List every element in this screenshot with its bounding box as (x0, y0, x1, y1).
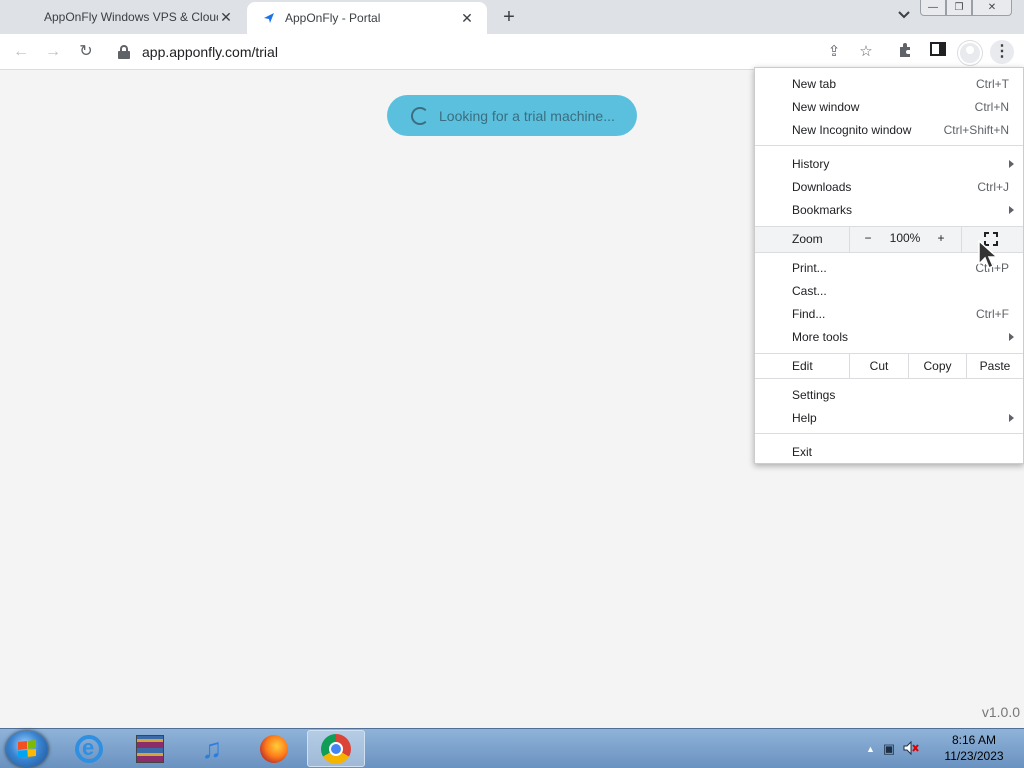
tab-search-icon[interactable] (894, 8, 914, 26)
firefox-icon (260, 734, 288, 763)
url-text[interactable]: app.apponfly.com/trial (142, 44, 278, 60)
menu-item-downloads[interactable]: Downloads Ctrl+J (755, 175, 1023, 198)
tab-apponfly-portal[interactable]: AppOnFly - Portal ✕ (247, 2, 487, 34)
browser-toolbar: ← → ↻ app.apponfly.com/trial ⇪ ☆ ⋮ (0, 34, 1024, 70)
tab-apponfly-vps[interactable]: AppOnFly Windows VPS & Cloud ✕ (30, 0, 246, 34)
address-bar[interactable]: app.apponfly.com/trial (110, 38, 886, 66)
paste-button[interactable]: Paste (966, 354, 1023, 378)
menu-item-label: New Incognito window (792, 122, 912, 137)
close-tab-icon[interactable]: ✕ (459, 10, 475, 26)
extensions-icon[interactable] (895, 42, 915, 62)
music-icon: ♫ (201, 732, 223, 764)
submenu-arrow-icon (1009, 159, 1015, 168)
system-tray: ▲ ▣ (866, 729, 919, 768)
start-button[interactable] (6, 731, 48, 767)
menu-separator (755, 433, 1023, 434)
zoom-in-button[interactable]: + (931, 231, 951, 247)
side-panel-icon[interactable] (928, 42, 948, 62)
zoom-label: Zoom (792, 232, 823, 246)
menu-item-label: More tools (792, 329, 849, 344)
taskbar: ♫ ▲ ▣ 8:16 AM 11/23/2023 (0, 728, 1024, 768)
taskbar-firefox[interactable] (245, 730, 303, 767)
system-clock[interactable]: 8:16 AM 11/23/2023 (934, 732, 1014, 764)
menu-item-label: Help (792, 410, 817, 425)
edit-label: Edit (792, 359, 813, 373)
forward-button[interactable]: → (42, 41, 64, 63)
cut-button[interactable]: Cut (849, 354, 908, 378)
menu-item-label: Print... (792, 260, 827, 275)
share-icon[interactable]: ⇪ (824, 42, 844, 62)
chrome-icon (321, 733, 351, 764)
chrome-menu-button[interactable]: ⋮ (990, 40, 1014, 64)
loading-indicator: Looking for a trial machine... (387, 95, 637, 136)
clock-time: 8:16 AM (951, 733, 997, 747)
tab-title: AppOnFly Windows VPS & Cloud (44, 10, 218, 24)
new-tab-button[interactable]: + (498, 6, 520, 28)
menu-item-new-tab[interactable]: New tab Ctrl+T (755, 72, 1023, 95)
restore-button[interactable]: ❐ (946, 0, 972, 16)
menu-item-shortcut: Ctrl+F (976, 306, 1009, 321)
taskbar-winrar[interactable] (121, 730, 179, 767)
menu-item-incognito[interactable]: New Incognito window Ctrl+Shift+N (755, 118, 1023, 141)
menu-item-help[interactable]: Help (755, 406, 1023, 429)
menu-item-settings[interactable]: Settings (755, 383, 1023, 406)
window-controls: — ❐ ✕ (920, 0, 1012, 16)
close-window-button[interactable]: ✕ (972, 0, 1012, 16)
menu-item-bookmarks[interactable]: Bookmarks (755, 198, 1023, 221)
menu-item-history[interactable]: History (755, 152, 1023, 175)
menu-item-label: Settings (792, 387, 836, 402)
menu-item-label: History (792, 156, 830, 171)
reload-button[interactable]: ↻ (75, 41, 97, 63)
zoom-out-button[interactable]: − (858, 231, 878, 247)
menu-item-more-tools[interactable]: More tools (755, 325, 1023, 348)
menu-separator (755, 145, 1023, 146)
winrar-icon (136, 734, 164, 763)
back-button[interactable]: ← (10, 41, 32, 63)
internet-explorer-icon (75, 734, 103, 763)
clock-date: 11/23/2023 (944, 749, 1004, 763)
menu-item-new-window[interactable]: New window Ctrl+N (755, 95, 1023, 118)
menu-item-shortcut: Ctrl+T (976, 76, 1009, 91)
menu-edit-row: Edit Cut Copy Paste (755, 354, 1023, 378)
show-hidden-icons-icon[interactable]: ▲ (866, 744, 875, 754)
taskbar-chrome[interactable] (307, 730, 365, 767)
menu-separator (755, 378, 1023, 379)
lock-icon[interactable] (118, 45, 130, 59)
menu-item-shortcut: Ctrl+N (974, 99, 1009, 114)
mouse-cursor-icon (978, 240, 999, 270)
menu-item-cast[interactable]: Cast... (755, 279, 1023, 302)
menu-item-label: Cast... (792, 283, 827, 298)
menu-item-label: New window (792, 99, 860, 114)
paper-plane-icon (261, 10, 277, 26)
taskbar-itunes[interactable]: ♫ (183, 730, 241, 767)
menu-item-label: Find... (792, 306, 826, 321)
copy-button[interactable]: Copy (908, 354, 966, 378)
network-icon[interactable]: ▣ (883, 741, 895, 757)
submenu-arrow-icon (1009, 205, 1015, 214)
menu-item-label: New tab (792, 76, 837, 91)
menu-item-label: Exit (792, 444, 813, 459)
bookmark-star-icon[interactable]: ☆ (856, 42, 876, 62)
version-label: v1.0.0 (981, 704, 1020, 720)
loading-text: Looking for a trial machine... (439, 107, 615, 124)
tab-strip: AppOnFly Windows VPS & Cloud ✕ AppOnFly … (0, 0, 1024, 34)
speaker-muted-icon[interactable] (903, 740, 919, 758)
menu-item-shortcut: Ctrl+J (977, 179, 1009, 194)
menu-item-label: Bookmarks (792, 202, 853, 217)
tab-title: AppOnFly - Portal (285, 11, 381, 25)
profile-avatar[interactable] (958, 41, 982, 65)
submenu-arrow-icon (1009, 332, 1015, 341)
close-tab-icon[interactable]: ✕ (218, 9, 234, 25)
menu-item-exit[interactable]: Exit (755, 440, 1023, 463)
menu-item-label: Downloads (792, 179, 852, 194)
menu-item-find[interactable]: Find... Ctrl+F (755, 302, 1023, 325)
windows-logo-icon (18, 740, 36, 758)
zoom-level: 100% (889, 231, 921, 245)
submenu-arrow-icon (1009, 413, 1015, 422)
spinner-icon (411, 106, 429, 125)
menu-item-shortcut: Ctrl+Shift+N (943, 122, 1009, 137)
taskbar-internet-explorer[interactable] (60, 730, 118, 767)
minimize-button[interactable]: — (920, 0, 946, 16)
